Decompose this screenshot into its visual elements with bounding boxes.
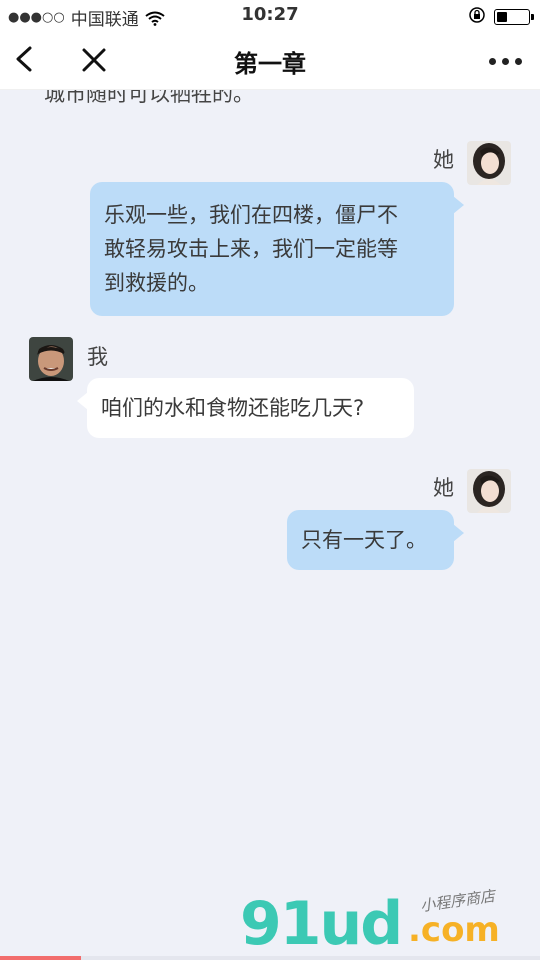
avatar-her[interactable]: [467, 141, 511, 185]
message-line: 只有一天了。: [301, 528, 427, 552]
more-button[interactable]: [489, 58, 522, 65]
message-bubble[interactable]: 只有一天了。: [287, 510, 464, 570]
reading-progress-bar: [0, 956, 540, 960]
more-dot-icon: [502, 58, 509, 65]
nav-bar: 第一章: [0, 32, 540, 90]
previous-message-text: 城市随时可以牺牲的。: [44, 90, 254, 106]
more-dot-icon: [489, 58, 496, 65]
page-title: 第一章: [234, 50, 306, 78]
battery-icon: [494, 9, 534, 25]
status-right: [468, 6, 534, 28]
avatar-me[interactable]: [29, 337, 73, 381]
more-dot-icon: [515, 58, 522, 65]
chat-area[interactable]: 城市随时可以牺牲的。 她 乐观一些，我们在四楼，僵尸不 敢轻易攻击上来，我们一定…: [0, 90, 540, 956]
message-line: 咱们的水和食物还能吃几天?: [101, 396, 365, 420]
message-line: 到救援的。: [104, 271, 209, 295]
avatar-her[interactable]: [467, 469, 511, 513]
message-line: 敢轻易攻击上来，我们一定能等: [104, 237, 398, 261]
message-bubble[interactable]: 乐观一些，我们在四楼，僵尸不 敢轻易攻击上来，我们一定能等 到救援的。: [90, 182, 464, 316]
sender-name: 她: [433, 148, 454, 172]
watermark-brand: 91ud: [240, 889, 403, 959]
message-bubble[interactable]: 咱们的水和食物还能吃几天?: [77, 378, 414, 438]
watermark-logo: 91ud .com 小程序商店: [240, 887, 540, 959]
status-bar: ●●●○○ 中国联通 10:27: [0, 0, 540, 32]
sender-name: 我: [87, 345, 108, 369]
orientation-lock-icon: [468, 6, 486, 28]
sender-name: 她: [433, 476, 454, 500]
status-time: 10:27: [241, 4, 299, 25]
message-line: 乐观一些，我们在四楼，僵尸不: [104, 203, 398, 227]
battery-level: [497, 12, 507, 22]
reading-progress-fill: [0, 956, 81, 960]
